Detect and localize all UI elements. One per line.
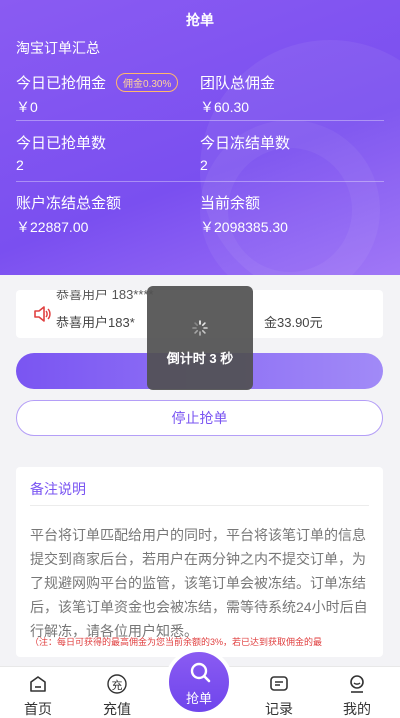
stats-row-2: 今日已抢单数 2 今日冻结单数 2	[16, 132, 384, 192]
countdown-text: 倒计时 3 秒	[166, 351, 234, 366]
nav-records-label: 记录	[265, 701, 293, 717]
team-commission: 团队总佣金 ￥60.30	[200, 72, 275, 117]
marquee-text: 恭喜用户183*	[56, 315, 135, 330]
summary-title: 淘宝订单汇总	[16, 40, 100, 56]
speaker-icon	[34, 306, 51, 322]
balance-value: ￥2098385.30	[200, 219, 288, 235]
today-commission-label: 今日已抢佣金	[16, 75, 107, 92]
notes-title: 备注说明	[30, 481, 86, 497]
nav-recharge[interactable]: 充 充值	[87, 673, 147, 718]
records-icon	[270, 676, 288, 691]
nav-home-label: 首页	[24, 701, 52, 717]
team-commission-label: 团队总佣金	[200, 75, 276, 92]
today-commission-value: ￥0	[16, 99, 38, 115]
today-orders-label: 今日已抢单数	[16, 135, 107, 152]
divider	[16, 181, 384, 182]
stop-grab-button[interactable]: 停止抢单	[16, 400, 383, 436]
page-title: 抢单	[186, 12, 214, 28]
home-icon	[30, 676, 46, 692]
stats-row-3: 账户冻结总金额 ￥22887.00 当前余额 ￥2098385.30	[16, 192, 384, 252]
frozen-total-value: ￥22887.00	[16, 219, 89, 235]
commission-rate-badge: 佣金0.30%	[116, 73, 179, 92]
nav-grab-label: 抢单	[185, 691, 212, 706]
divider	[30, 505, 369, 506]
header: 抢单 淘宝订单汇总 今日已抢佣金 佣金0.30% ￥0 团队总佣金 ￥60.30…	[0, 0, 400, 275]
today-frozen: 今日冻结单数 2	[200, 132, 290, 173]
balance-label: 当前余额	[200, 195, 261, 212]
balance: 当前余额 ￥2098385.30	[200, 192, 288, 237]
frozen-total-label: 账户冻结总金额	[16, 195, 122, 212]
recharge-icon-char: 充	[111, 680, 123, 692]
nav-recharge-label: 充值	[103, 701, 131, 717]
marquee-text-amount: 金33.90元	[264, 315, 323, 330]
notes-card: 备注说明 平台将订单匹配给用户的同时，平台将该笔订单的信息提交到商家后台，若用户…	[16, 467, 383, 657]
frozen-total: 账户冻结总金额 ￥22887.00	[16, 192, 121, 237]
search-grab-icon	[190, 662, 211, 683]
divider	[16, 120, 384, 121]
today-commission: 今日已抢佣金 佣金0.30% ￥0	[16, 72, 179, 117]
nav-home[interactable]: 首页	[8, 673, 68, 718]
marquee-text-top: 恭喜用户 183****	[56, 290, 154, 302]
notes-tip: （注：每日可获得的最高佣金为您当前余额的3%，若已达到获取佣金的最	[30, 637, 323, 647]
nav-mine-label: 我的	[343, 701, 371, 717]
today-frozen-value: 2	[200, 157, 208, 173]
nav-mine[interactable]: 我的	[327, 673, 387, 718]
today-orders-value: 2	[16, 157, 24, 173]
stats-row-1: 今日已抢佣金 佣金0.30% ￥0 团队总佣金 ￥60.30	[16, 72, 384, 132]
today-orders: 今日已抢单数 2	[16, 132, 106, 173]
nav-records[interactable]: 记录	[249, 673, 309, 718]
loading-spinner-icon	[192, 320, 208, 336]
countdown-toast: 倒计时 3 秒	[147, 286, 253, 390]
user-icon	[350, 675, 364, 693]
team-commission-value: ￥60.30	[200, 99, 250, 115]
today-frozen-label: 今日冻结单数	[200, 135, 291, 152]
nav-grab[interactable]: 抢单	[165, 648, 233, 716]
notes-body: 平台将订单匹配给用户的同时，平台将该笔订单的信息提交到商家后台，若用户在两分钟之…	[30, 527, 368, 639]
